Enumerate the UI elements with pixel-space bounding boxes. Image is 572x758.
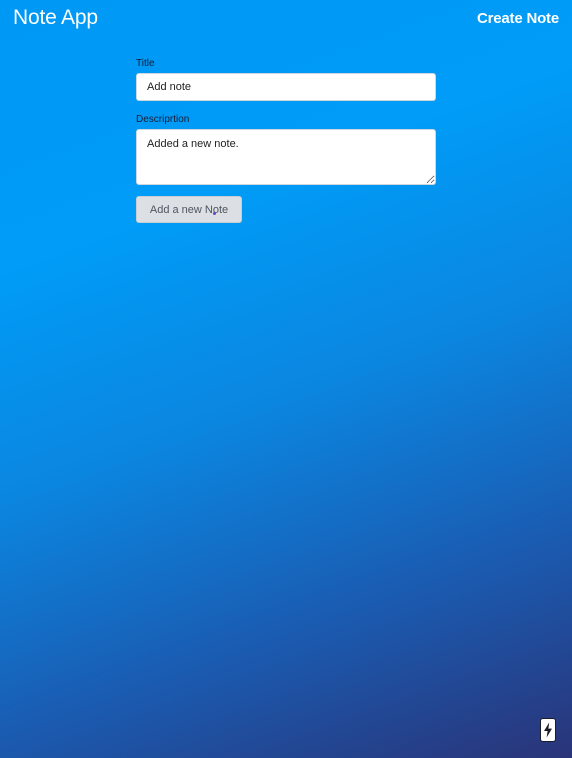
title-input[interactable] xyxy=(136,73,436,101)
description-textarea[interactable]: Added a new note. xyxy=(136,129,436,185)
description-field-group: Descriprtion Added a new note. xyxy=(136,114,436,185)
title-label: Title xyxy=(136,58,155,69)
lightning-bolt-badge[interactable] xyxy=(540,718,556,742)
note-form: Title Descriprtion Added a new note. Add… xyxy=(136,58,436,223)
add-note-button[interactable]: Add a new Note xyxy=(136,196,242,223)
app-brand[interactable]: Note App xyxy=(13,6,98,30)
add-note-button-label: Add a new Note xyxy=(149,203,229,216)
description-label: Descriprtion xyxy=(136,114,190,125)
mouse-cursor-indicator xyxy=(213,212,216,215)
lightning-bolt-icon xyxy=(544,722,552,738)
create-note-link[interactable]: Create Note xyxy=(477,10,559,27)
title-field-group: Title xyxy=(136,58,436,101)
